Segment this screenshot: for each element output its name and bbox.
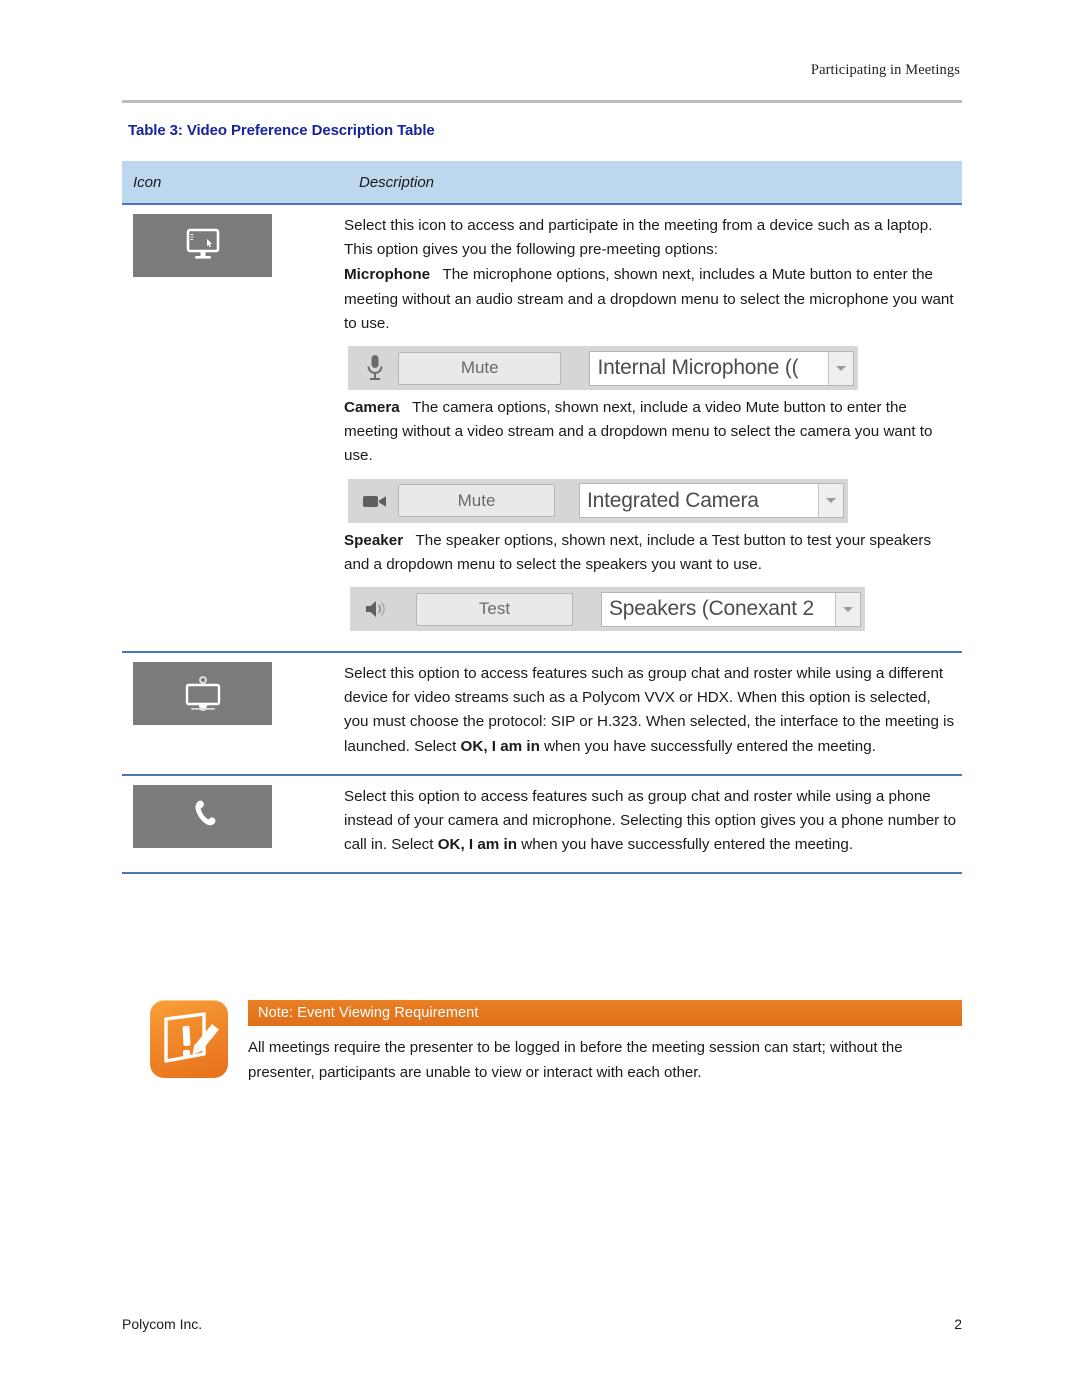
table-row: Select this option to access features su… [122, 653, 962, 776]
table-cell-icon [122, 214, 344, 637]
note-title: Note: Event Viewing Requirement [258, 1005, 479, 1021]
microphone-icon [352, 353, 398, 383]
row2-text-part-2: when you have successfully entered the m… [539, 737, 876, 755]
table-row: Select this option to access features su… [122, 776, 962, 875]
camera-options-widget: Mute Integrated Camera [348, 478, 848, 523]
table-row: Select this icon to access and participa… [122, 205, 962, 654]
row2-bold-phrase: OK, I am in [460, 737, 540, 755]
speaker-paragraph-text: The speaker options, shown next, include… [344, 531, 932, 573]
microphone-options-widget: Mute Internal Microphone (( [348, 346, 858, 391]
microphone-paragraph: Microphone The microphone options, shown… [344, 263, 958, 336]
row3-paragraph: Select this option to access features su… [344, 785, 958, 858]
camera-paragraph: Camera The camera options, shown next, i… [344, 396, 958, 469]
footer-rule [122, 1280, 962, 1281]
video-camera-icon [352, 492, 398, 510]
video-preference-table: Icon Description Select this icon to acc… [122, 161, 962, 875]
chevron-down-icon[interactable] [835, 592, 860, 626]
row3-bold-phrase: OK, I am in [437, 836, 518, 854]
speaker-options-widget: Test Speakers (Conexant 2 [350, 587, 865, 632]
speaker-lead-in: Speaker [344, 531, 404, 549]
speaker-select[interactable]: Speakers (Conexant 2 [601, 591, 861, 627]
table-cell-description: Select this option to access features su… [344, 785, 962, 859]
column-header-icon: Icon [133, 173, 162, 191]
footer-company: Polycom Inc. [122, 1316, 203, 1332]
table-cell-icon [122, 662, 344, 760]
microphone-mute-button[interactable]: Mute [398, 351, 562, 385]
phone-handset-icon [133, 784, 272, 848]
row3-text-part-2: when you have successfully entered the m… [517, 836, 854, 854]
camera-paragraph-text: The camera options, shown next, include … [344, 399, 933, 465]
microphone-select-value: Internal Microphone (( [597, 356, 799, 380]
row1-intro-paragraph: Select this icon to access and participa… [344, 217, 933, 259]
note-callout: Note: Event Viewing Requirement All meet… [150, 1000, 962, 1085]
camera-select[interactable]: Integrated Camera [579, 483, 844, 519]
header-rule [122, 100, 962, 103]
microphone-select[interactable]: Internal Microphone (( [589, 350, 854, 386]
note-warning-icon [150, 1000, 228, 1078]
column-header-description: Description [359, 173, 435, 191]
speaker-volume-icon [354, 598, 400, 620]
footer-page-number: 2 [954, 1316, 962, 1332]
table-cell-description: Select this icon to access and participa… [344, 214, 962, 637]
speaker-paragraph: Speaker The speaker options, shown next,… [344, 529, 958, 577]
page-footer: Polycom Inc. 2 [122, 1316, 962, 1332]
note-text: All meetings require the presenter to be… [248, 1039, 903, 1081]
speaker-select-value: Speakers (Conexant 2 [609, 597, 814, 621]
table-cell-icon [122, 784, 344, 859]
note-title-bar: Note: Event Viewing Requirement [248, 1000, 962, 1026]
chevron-down-icon[interactable] [818, 484, 843, 518]
speaker-test-button[interactable]: Test [416, 592, 573, 626]
camera-mute-button[interactable]: Mute [398, 484, 556, 518]
desktop-monitor-icon [133, 214, 272, 277]
table-cell-description: Select this option to access features su… [344, 662, 962, 760]
running-head: Participating in Meetings [810, 62, 960, 78]
video-endpoint-icon [133, 662, 272, 726]
camera-select-value: Integrated Camera [587, 488, 759, 512]
table-header-row: Icon Description [122, 161, 962, 205]
microphone-lead-in: Microphone [344, 266, 431, 284]
row2-paragraph: Select this option to access features su… [344, 662, 958, 759]
document-page: Participating in Meetings Table 3: Video… [0, 0, 1080, 1397]
note-body: Note: Event Viewing Requirement All meet… [248, 1000, 962, 1085]
table-caption: Table 3: Video Preference Description Ta… [128, 122, 435, 139]
camera-lead-in: Camera [344, 399, 400, 417]
microphone-paragraph-text: The microphone options, shown next, incl… [344, 266, 954, 332]
chevron-down-icon[interactable] [828, 351, 853, 385]
